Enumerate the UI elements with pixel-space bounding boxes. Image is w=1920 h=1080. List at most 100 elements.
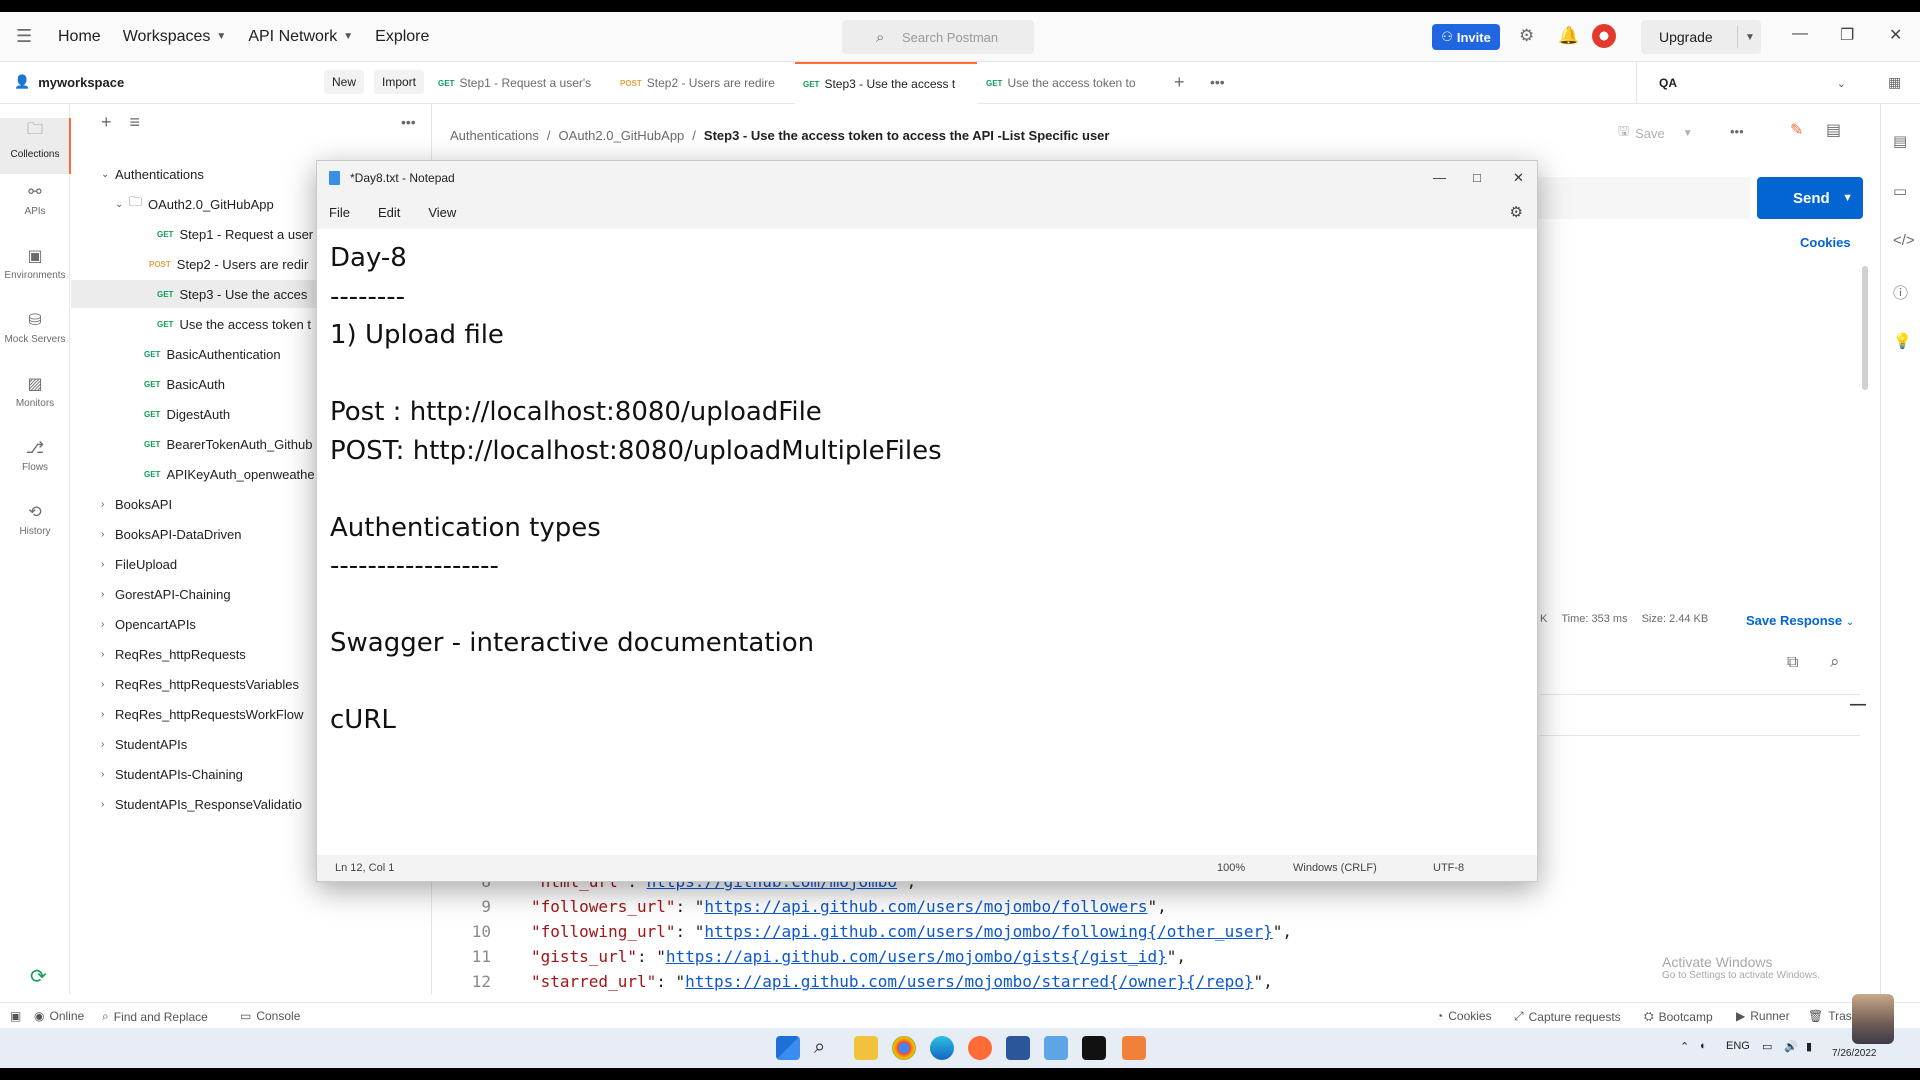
close-icon[interactable]: ✕ — [1889, 25, 1902, 45]
hamburger-menu-icon[interactable]: ☰ — [16, 26, 36, 47]
method-badge: GET — [438, 78, 455, 88]
invite-button[interactable]: ⚇ Invite — [1432, 24, 1500, 50]
edit-pencil-icon[interactable]: ✎ — [1790, 120, 1803, 140]
bulb-icon[interactable]: 💡 — [1893, 332, 1912, 350]
chevron-right-icon: › — [101, 738, 105, 750]
capture-requests-button[interactable]: ⤢ Capture requests — [1514, 1009, 1621, 1024]
save-button[interactable]: 🖫 Save ▼ — [1618, 122, 1693, 144]
copy-icon[interactable]: ⧉ — [1787, 654, 1798, 672]
menu-file[interactable]: File — [329, 205, 350, 220]
toggle-sidebar-icon[interactable]: ▣ — [10, 1009, 21, 1023]
workspace-name[interactable]: 👤 myworkspace — [14, 74, 124, 90]
breadcrumb-collection[interactable]: Authentications — [450, 128, 539, 143]
menu-edit[interactable]: Edit — [378, 205, 400, 220]
nav-workspaces[interactable]: Workspaces ▼ — [123, 28, 227, 46]
online-status[interactable]: ◉ Online — [34, 1009, 84, 1023]
collapse-icon[interactable]: — — [1850, 696, 1866, 714]
request-tab-active[interactable]: GET Step3 - Use the access t — [795, 62, 977, 104]
json-url-link[interactable]: https://api.github.com/users/mojombo/gis… — [666, 947, 1167, 966]
documentation-icon[interactable]: ▤ — [1826, 120, 1841, 140]
maximize-icon[interactable]: □ — [1473, 170, 1481, 185]
restore-icon[interactable]: ❐ — [1840, 25, 1854, 45]
rail-item-apis[interactable]: ⚯ APIs — [0, 182, 70, 238]
filter-icon[interactable]: ≡ — [130, 112, 141, 133]
json-url-link[interactable]: https://api.github.com/users/mojombo/sta… — [685, 972, 1253, 991]
chrome-icon[interactable] — [892, 1036, 916, 1060]
nav-explore[interactable]: Explore — [375, 28, 429, 46]
find-replace-button[interactable]: ⌕ Find and Replace — [102, 1009, 208, 1024]
tray-app-icon[interactable]: ◐ — [1700, 1040, 1707, 1052]
documentation-icon[interactable]: ▤ — [1893, 132, 1907, 150]
cookies-button[interactable]: ◔ Cookies — [1436, 1009, 1492, 1023]
rocket-icon[interactable]: ⟳ — [30, 964, 47, 989]
battery-icon[interactable]: ▮ — [1806, 1040, 1812, 1053]
request-tab[interactable]: GET Step1 - Request a user's — [438, 62, 606, 104]
search-icon[interactable]: ⌕ — [1830, 652, 1840, 672]
search-input[interactable]: ⌕ Search Postman — [842, 20, 1034, 54]
rail-item-history[interactable]: ⟲ History — [0, 502, 70, 558]
nav-api-network[interactable]: API Network ▼ — [248, 28, 353, 46]
rail-item-flows[interactable]: ⎇ Flows — [0, 438, 70, 494]
tray-overflow-icon[interactable]: ⌃ — [1680, 1040, 1689, 1053]
scrollbar[interactable] — [1862, 266, 1868, 390]
rail-item-mock-servers[interactable]: ⛁ Mock Servers — [0, 310, 70, 366]
start-icon[interactable] — [776, 1036, 800, 1060]
console-button[interactable]: ▭ Console — [240, 1009, 300, 1023]
chevron-down-icon[interactable]: ▼ — [1683, 128, 1693, 139]
request-tab[interactable]: POST Step2 - Users are redire — [620, 62, 785, 104]
language-indicator[interactable]: ENG — [1726, 1040, 1750, 1052]
avatar[interactable] — [1592, 24, 1616, 48]
search-icon[interactable]: ⌕ — [814, 1036, 838, 1060]
bootcamp-button[interactable]: ⛭ Bootcamp — [1644, 1009, 1713, 1024]
upgrade-button[interactable]: Upgrade ▼ — [1641, 20, 1761, 54]
nav-home[interactable]: Home — [58, 28, 101, 46]
rail-item-monitors[interactable]: ▨ Monitors — [0, 374, 70, 430]
environment-quick-look-icon[interactable]: ▦ — [1888, 74, 1901, 91]
json-url-link[interactable]: https://api.github.com/users/mojombo/fol… — [704, 922, 1272, 941]
new-button[interactable]: New — [324, 70, 365, 94]
trash-button[interactable]: 🗑 Trash — [1808, 1009, 1858, 1023]
taskbar-date[interactable]: 7/26/2022 — [1832, 1048, 1877, 1059]
breadcrumb-current-request[interactable]: Step3 - Use the access token to access t… — [704, 128, 1110, 143]
postman-icon[interactable] — [968, 1036, 992, 1060]
save-response-button[interactable]: Save Response ⌄ — [1746, 613, 1854, 628]
send-button[interactable]: Send ▼ — [1757, 177, 1863, 219]
cookies-link[interactable]: Cookies — [1800, 235, 1851, 250]
close-icon[interactable]: ✕ — [1513, 170, 1524, 186]
chevron-down-icon[interactable]: ▼ — [1745, 32, 1755, 43]
notifications-icon[interactable]: 🔔 — [1558, 26, 1579, 46]
terminal-icon[interactable] — [1082, 1036, 1106, 1060]
volume-icon[interactable]: 🔊 — [1784, 1040, 1798, 1053]
more-tabs-icon[interactable]: ••• — [1210, 74, 1225, 90]
minimize-icon[interactable]: — — [1792, 25, 1808, 43]
comments-icon[interactable]: ▭ — [1893, 182, 1907, 200]
new-tab-plus-icon[interactable]: + — [1174, 72, 1185, 93]
json-url-link[interactable]: https://api.github.com/users/mojombo/fol… — [704, 897, 1147, 916]
code-icon[interactable]: </> — [1893, 232, 1915, 249]
notepad-text-area[interactable]: Day-8 -------- 1) Upload file Post : htt… — [317, 229, 1537, 857]
xampp-icon[interactable] — [1122, 1036, 1146, 1060]
minimize-icon[interactable]: — — [1433, 170, 1446, 185]
file-explorer-icon[interactable] — [854, 1036, 878, 1060]
rail-item-environments[interactable]: ▣ Environments — [0, 246, 70, 302]
add-collection-icon[interactable]: + — [101, 112, 112, 133]
more-options-icon[interactable]: ••• — [1730, 124, 1744, 139]
breadcrumb-folder[interactable]: OAuth2.0_GitHubApp — [559, 128, 685, 143]
word-icon[interactable] — [1006, 1036, 1030, 1060]
runner-button[interactable]: ▶ Runner — [1736, 1009, 1790, 1023]
network-icon[interactable]: ▭ — [1762, 1040, 1772, 1053]
info-icon[interactable]: ⓘ — [1893, 282, 1908, 303]
import-button[interactable]: Import — [374, 70, 425, 94]
notepad-titlebar[interactable]: *Day8.txt - Notepad — □ ✕ — [317, 161, 1537, 195]
edge-icon[interactable] — [930, 1036, 954, 1060]
menu-view[interactable]: View — [428, 205, 456, 220]
settings-icon[interactable]: ⚙ — [1519, 26, 1534, 46]
settings-icon[interactable]: ⚙ — [1510, 203, 1523, 221]
request-tab[interactable]: GET Use the access token to — [986, 62, 1146, 104]
notepad-taskbar-icon[interactable] — [1044, 1036, 1068, 1060]
environment-select[interactable]: QA ⌄ — [1636, 62, 1864, 104]
more-options-icon[interactable]: ••• — [401, 114, 416, 130]
rail-item-collections[interactable]: 🗀 Collections — [0, 118, 72, 174]
url-input[interactable] — [1530, 177, 1750, 219]
chevron-down-icon[interactable]: ▼ — [1842, 192, 1853, 204]
